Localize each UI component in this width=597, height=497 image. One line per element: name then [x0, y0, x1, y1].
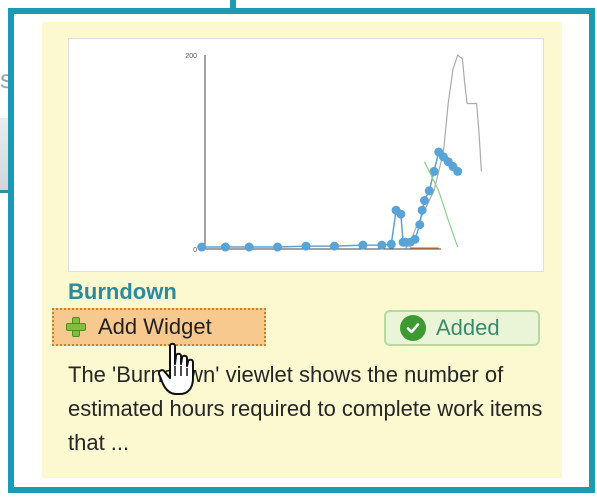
y-tick-label: 200 [185, 53, 197, 60]
series-point [415, 220, 425, 230]
widget-title[interactable]: Burndown [68, 279, 177, 305]
series-point [220, 242, 230, 252]
series-point [396, 209, 406, 219]
widget-highlight-frame: 200 0 Burndown Add Widget Added The 'Burn… [8, 8, 595, 493]
add-widget-button[interactable]: Add Widget [52, 308, 266, 346]
series-point [424, 186, 434, 196]
series-point [420, 196, 429, 205]
burndown-chart-preview: 200 0 [68, 38, 544, 272]
series-point [197, 242, 207, 252]
series-point [453, 166, 463, 176]
added-label: Added [436, 315, 500, 340]
widget-description: The 'Burndown' viewlet shows the number … [68, 362, 543, 455]
series-point [301, 241, 311, 251]
series-line [423, 161, 459, 248]
widget-card: 200 0 Burndown Add Widget Added The 'Burn… [42, 22, 562, 478]
series-point [386, 239, 396, 249]
y-tick-label: 0 [193, 247, 197, 254]
series-point [358, 240, 368, 250]
series-line [405, 53, 482, 249]
hand-pointer-icon [157, 342, 198, 398]
burndown-chart: 2000 [185, 53, 482, 254]
add-widget-label: Add Widget [98, 314, 212, 339]
check-circle-icon [400, 315, 426, 341]
series-point [410, 234, 420, 244]
screenshot-stage: s 200 0 Burndown Add Widget Added The 'Bu… [0, 0, 597, 497]
series-point [377, 240, 387, 250]
series-point [417, 205, 427, 215]
series-point [273, 242, 283, 252]
added-status-badge: Added [384, 310, 540, 346]
series-line [201, 150, 459, 248]
plus-icon [66, 317, 86, 337]
series-point [329, 241, 339, 251]
series-point [244, 242, 254, 252]
frame-connector [230, 0, 236, 8]
